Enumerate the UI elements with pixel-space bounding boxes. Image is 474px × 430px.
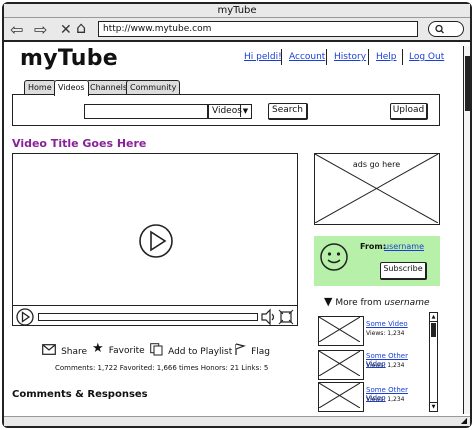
tab-channels[interactable]: Channels: [86, 80, 132, 95]
site-logo: myTube: [20, 46, 118, 71]
related-thumbnail[interactable]: [318, 382, 364, 412]
category-select[interactable]: Videos ▼: [208, 104, 252, 119]
scroll-thumb[interactable]: [431, 323, 436, 337]
flag-icon: [235, 343, 247, 355]
related-scrollbar[interactable]: ▲ ▼: [429, 312, 438, 412]
search-button[interactable]: Search: [268, 103, 308, 120]
ad-placeholder: ads go here: [314, 153, 440, 225]
from-label: From:: [360, 242, 386, 251]
subscribe-button[interactable]: Subscribe: [380, 262, 427, 280]
address-bar[interactable]: http://www.mytube.com: [98, 21, 418, 37]
ads-label: ads go here: [352, 160, 401, 169]
channel-username-link[interactable]: username: [384, 242, 424, 251]
related-videos: Some Video Views: 1,234 Some Other Video…: [318, 313, 428, 413]
back-icon[interactable]: ⇦: [10, 22, 23, 38]
forward-icon[interactable]: ⇨: [34, 22, 47, 38]
video-stats: Comments: 1,722 Favorited: 1,666 times H…: [55, 364, 269, 372]
channel-box: From: username Subscribe: [314, 236, 440, 286]
progress-bar[interactable]: [38, 313, 258, 321]
share-label: Share: [61, 347, 88, 357]
triangle-down-icon[interactable]: ▼: [324, 295, 332, 308]
greeting-link[interactable]: Hi peldi!: [244, 52, 282, 62]
video-player[interactable]: [12, 153, 298, 326]
account-link[interactable]: Account: [289, 52, 325, 62]
smiley-avatar-icon: [320, 243, 348, 271]
stop-icon[interactable]: ✕: [60, 22, 72, 38]
link-separator: [402, 49, 403, 65]
resize-grip-icon[interactable]: ◢: [461, 416, 467, 425]
comments-heading: Comments & Responses: [12, 389, 148, 400]
player-controls: [12, 305, 298, 326]
link-separator: [281, 49, 282, 65]
link-separator: [326, 49, 327, 65]
add-to-playlist-action[interactable]: Add to Playlist: [150, 339, 232, 358]
related-video-views: Views: 1,234: [366, 330, 405, 337]
fullscreen-icon[interactable]: [278, 309, 294, 325]
placeholder-cross-icon: [319, 317, 360, 342]
playlist-icon: [150, 343, 163, 356]
search-icon: [435, 24, 444, 34]
page-scrollbar[interactable]: [463, 46, 470, 414]
more-from-username: username: [384, 298, 430, 308]
search-input[interactable]: [84, 104, 208, 119]
star-icon: ★: [92, 341, 104, 356]
related-video-views: Views: 1,234: [366, 396, 405, 403]
favorite-label: Favorite: [108, 346, 145, 356]
play-icon[interactable]: [136, 221, 176, 261]
chevron-down-icon: ▼: [240, 105, 250, 117]
link-separator: [368, 49, 369, 65]
scroll-up-icon[interactable]: ▲: [430, 313, 437, 322]
logout-link[interactable]: Log Out: [409, 52, 444, 62]
status-bar: ◢: [4, 416, 470, 426]
favorite-action[interactable]: ★ Favorite: [92, 338, 145, 357]
window-title: myTube: [4, 4, 470, 18]
video-title: Video Title Goes Here: [12, 137, 147, 150]
placeholder-cross-icon: [319, 351, 360, 376]
page-scroll-thumb[interactable]: [465, 56, 470, 111]
upload-button[interactable]: Upload: [390, 103, 428, 120]
related-video-views: Views: 1,234: [366, 362, 405, 369]
scroll-down-icon[interactable]: ▼: [430, 402, 437, 411]
tab-videos[interactable]: Videos: [54, 80, 89, 96]
related-video-link[interactable]: Some Video: [366, 320, 408, 328]
history-link[interactable]: History: [334, 52, 366, 62]
envelope-icon: [42, 344, 56, 355]
browser-search-field[interactable]: [428, 21, 464, 37]
flag-action[interactable]: Flag: [234, 339, 270, 358]
share-action[interactable]: Share: [42, 339, 87, 358]
home-icon[interactable]: ⌂: [76, 20, 86, 36]
more-from-heading: ▼ More from username: [324, 295, 430, 308]
category-select-value: Videos: [212, 106, 242, 116]
placeholder-cross-icon: [319, 383, 360, 408]
volume-icon[interactable]: [260, 308, 278, 326]
flag-label: Flag: [251, 347, 270, 357]
tab-community[interactable]: Community: [126, 80, 181, 95]
related-thumbnail[interactable]: [318, 350, 364, 380]
tab-home[interactable]: Home: [24, 80, 56, 95]
help-link[interactable]: Help: [376, 52, 397, 62]
more-from-prefix: More from: [335, 298, 382, 308]
play-small-icon[interactable]: [15, 307, 35, 327]
add-to-playlist-label: Add to Playlist: [168, 347, 233, 357]
related-thumbnail[interactable]: [318, 316, 364, 346]
